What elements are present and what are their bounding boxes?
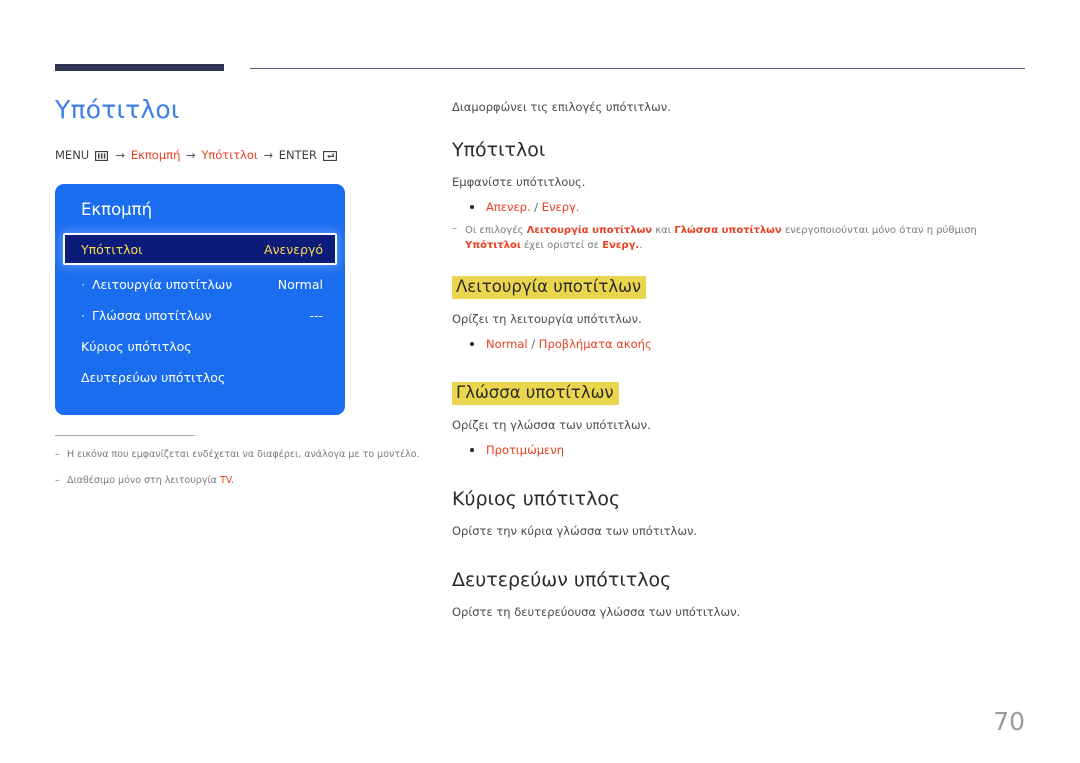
note-part-1: Οι επιλογές <box>465 224 527 236</box>
left-column: Υπότιτλοι MENU → Εκπομπή → Υπότιτλοι → E… <box>55 95 425 501</box>
osd-row-value: Normal <box>277 276 323 292</box>
section-title-primary-subtitle: Κύριος υπότιτλος <box>452 487 621 510</box>
breadcrumb-item-broadcast[interactable]: Εκπομπή <box>131 148 181 162</box>
left-footnotes: Η εικόνα που εμφανίζεται ενδέχεται να δι… <box>55 435 425 489</box>
osd-row-label: Γλώσσα υποτίτλων <box>81 308 211 323</box>
breadcrumb: MENU → Εκπομπή → Υπότιτλοι → ENTER <box>55 147 425 166</box>
note-part-4: έχει οριστεί σε <box>520 240 603 252</box>
list-item: Προτιμώμενη <box>470 441 1027 459</box>
option-separator: / <box>527 337 539 352</box>
footnote-text-after: . <box>231 475 235 487</box>
section-body-primary-subtitle: Ορίστε την κύρια γλώσσα των υπότιτλων. <box>452 523 698 538</box>
header-rule-thick <box>55 64 224 71</box>
footnote-model-note: Η εικόνα που εμφανίζεται ενδέχεται να δι… <box>55 448 425 463</box>
osd-row-secondary-subtitle[interactable]: Δευτερεύων υπότιτλος <box>55 362 345 392</box>
osd-row-subtitle-mode[interactable]: Λειτουργία υποτίτλων Normal <box>55 269 345 299</box>
list-item: Normal / Προβλήματα ακοής <box>470 335 1027 353</box>
osd-row-label: Λειτουργία υποτίτλων <box>81 277 232 292</box>
header-rules <box>55 64 1025 76</box>
footnote-text-before: Διαθέσιμο μόνο στη λειτουργία <box>67 475 220 487</box>
footnote-highlight: TV <box>219 475 232 487</box>
intro-text: Διαμορφώνει τις επιλογές υπότιτλων. <box>452 100 671 114</box>
section-heading-wrap-subtitle-language: Γλώσσα υποτίτλων <box>452 381 1027 417</box>
osd-panel-title: Εκπομπή <box>81 200 153 219</box>
breadcrumb-arrow-1: → <box>115 147 126 162</box>
note-highlight-1: Λειτουργία υποτίτλων <box>526 224 653 236</box>
section-body-subtitle-language: Ορίζει τη γλώσσα των υπότιτλων. <box>452 417 651 432</box>
option-a: Προτιμώμενη <box>486 443 564 458</box>
breadcrumb-arrow-2: → <box>186 147 196 162</box>
tv-osd-panel: Εκπομπή Υπότιτλοι Ανενεργό Λειτουργία υπ… <box>55 184 345 415</box>
note-part-5: . <box>639 240 643 252</box>
section-title-secondary-subtitle: Δευτερεύων υπότιτλος <box>452 569 672 592</box>
osd-row-value: --- <box>309 307 323 323</box>
note-subtitles: Οι επιλογές Λειτουργία υποτίτλων και Γλώ… <box>452 221 1027 254</box>
option-b: Ενεργ. <box>541 200 580 215</box>
option-a: Normal <box>486 337 528 352</box>
option-list-subtitle-language: Προτιμώμενη <box>452 441 1027 459</box>
breadcrumb-menu-label: MENU <box>55 147 90 162</box>
section-body-subtitles: Εμφανίστε υπότιτλους. <box>452 174 586 189</box>
section-body-subtitle-mode: Ορίζει τη λειτουργία υπότιτλων. <box>452 311 642 326</box>
enter-key-icon <box>322 149 337 166</box>
breadcrumb-item-subtitles[interactable]: Υπότιτλοι <box>201 148 257 162</box>
osd-row-label: Κύριος υπότιτλος <box>81 338 192 354</box>
option-b: Προβλήματα ακοής <box>538 337 652 352</box>
osd-row-primary-subtitle[interactable]: Κύριος υπότιτλος <box>55 331 345 361</box>
list-item: Απενερ. / Ενεργ. <box>470 198 1027 216</box>
right-column: Διαμορφώνει τις επιλογές υπότιτλων. Υπότ… <box>452 99 1027 629</box>
osd-row-subtitles[interactable]: Υπότιτλοι Ανενεργό <box>63 233 337 265</box>
osd-row-label: Υπότιτλοι <box>81 241 143 257</box>
note-part-3: ενεργοποιούνται μόνο όταν η ρύθμιση <box>781 224 977 236</box>
page-title: Υπότιτλοι <box>55 95 180 124</box>
menu-grid-icon <box>94 149 109 166</box>
footnote-rule <box>55 435 195 436</box>
breadcrumb-arrow-3: → <box>263 147 274 162</box>
osd-row-label: Δευτερεύων υπότιτλος <box>81 369 226 385</box>
osd-row-value: Ανενεργό <box>263 241 323 257</box>
footnote-tv-mode-note: Διαθέσιμο μόνο στη λειτουργία TV. <box>55 474 425 489</box>
option-separator: / <box>530 200 542 215</box>
section-title-subtitle-language: Γλώσσα υποτίτλων <box>452 381 619 405</box>
note-highlight-3: Υπότιτλοι <box>465 240 521 252</box>
option-list-subtitle-mode: Normal / Προβλήματα ακοής <box>452 335 1027 353</box>
header-rule-thin <box>250 68 1025 69</box>
note-part-2: και <box>652 224 675 236</box>
osd-row-subtitle-language[interactable]: Γλώσσα υποτίτλων --- <box>55 300 345 330</box>
breadcrumb-enter-label: ENTER <box>278 147 317 162</box>
section-heading-wrap-subtitle-mode: Λειτουργία υποτίτλων <box>452 275 1027 311</box>
section-title-subtitles: Υπότιτλοι <box>452 138 546 161</box>
option-list-subtitles: Απενερ. / Ενεργ. <box>452 198 1027 216</box>
option-a: Απενερ. <box>486 200 531 215</box>
note-highlight-4: Ενεργ. <box>602 240 640 252</box>
section-title-subtitle-mode: Λειτουργία υποτίτλων <box>452 275 647 299</box>
note-highlight-2: Γλώσσα υποτίτλων <box>674 224 782 236</box>
page-number: 70 <box>993 707 1025 736</box>
section-body-secondary-subtitle: Ορίστε τη δευτερεύουσα γλώσσα των υπότιτ… <box>452 605 741 620</box>
